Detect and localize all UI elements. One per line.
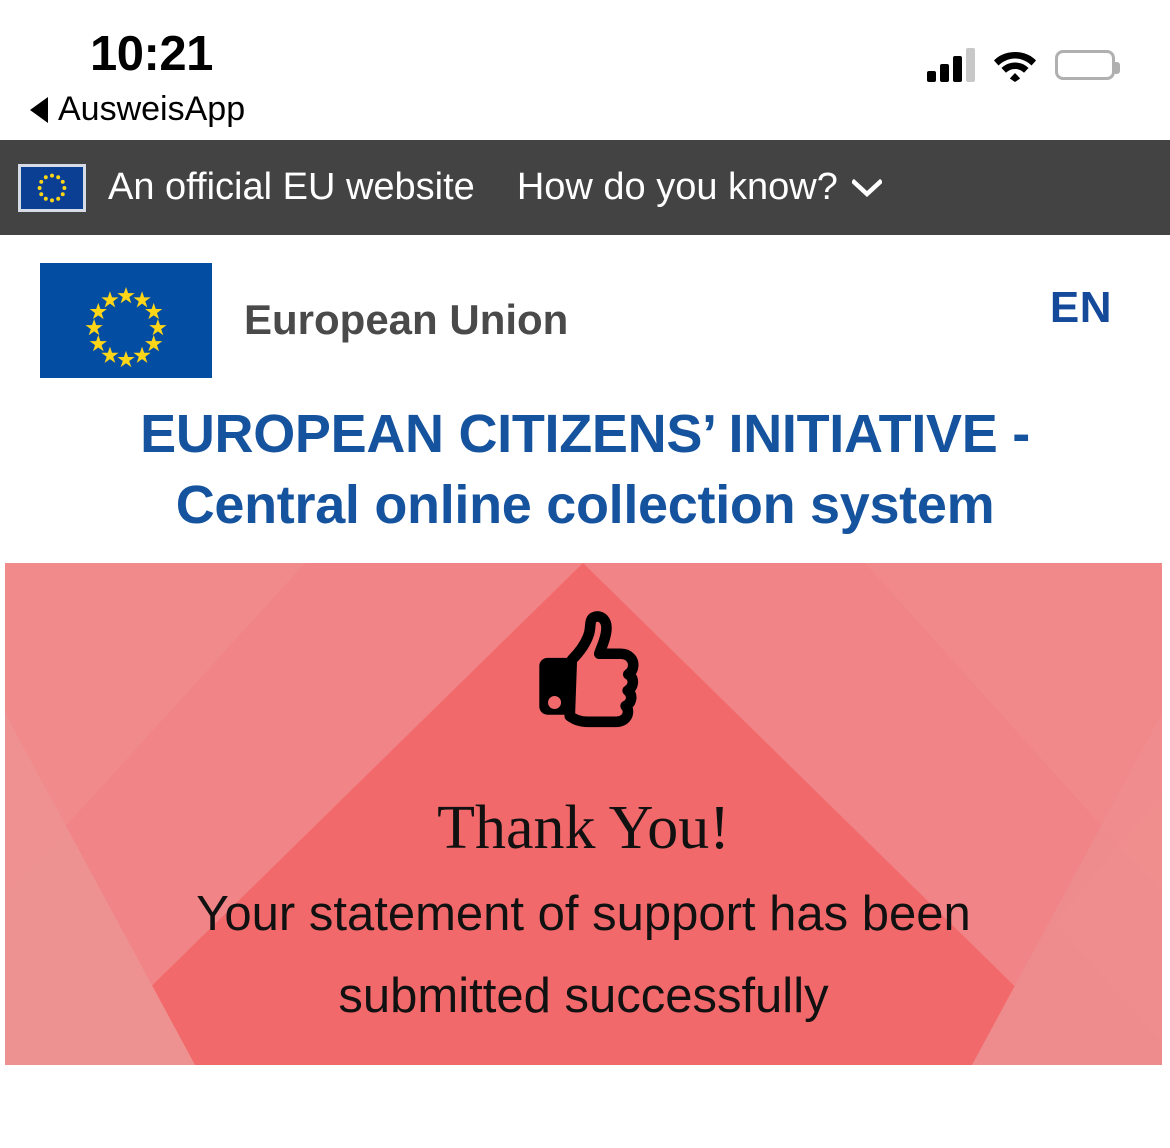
back-triangle-icon: [30, 96, 48, 123]
thank-you-heading: Thank You!: [437, 794, 730, 862]
status-indicators: [927, 48, 1120, 82]
cellular-signal-icon: [927, 48, 975, 82]
official-eu-website-label: An official EU website: [108, 166, 475, 208]
eu-flag-icon: [18, 163, 86, 212]
eu-flag-logo: [40, 262, 212, 378]
thank-you-message-line-1: Your statement of support has been: [196, 887, 971, 941]
status-time: 10:21: [90, 27, 213, 81]
ios-status-bar: 10:21 AusweisApp: [0, 0, 1170, 140]
site-header: European Union EN: [0, 235, 1170, 405]
back-app-label: AusweisApp: [58, 90, 246, 128]
thank-you-content: Thank You! Your statement of support has…: [5, 563, 1162, 1065]
page-title-line-2: Central online collection system: [175, 475, 995, 536]
back-to-app-link[interactable]: AusweisApp: [30, 90, 245, 129]
organization-name: European Union: [244, 296, 569, 343]
thank-you-panel: Thank You! Your statement of support has…: [5, 563, 1162, 1065]
wifi-icon: [993, 48, 1037, 82]
how-do-you-know-toggle[interactable]: How do you know?: [517, 166, 882, 209]
thank-you-message: Your statement of support has been submi…: [196, 873, 971, 1038]
thank-you-message-line-2: submitted successfully: [338, 969, 829, 1024]
battery-icon: [1055, 50, 1120, 80]
thumbs-up-icon: [519, 605, 649, 735]
language-selector[interactable]: EN: [1050, 283, 1112, 333]
chevron-down-icon: [851, 178, 882, 197]
how-do-you-know-label: How do you know?: [516, 166, 838, 208]
page-title-line-1: EUROPEAN CITIZENS’ INITIATIVE -: [140, 404, 1030, 464]
official-eu-banner: An official EU website How do you know?: [0, 140, 1170, 235]
phone-screen: 10:21 AusweisApp An official EU website …: [0, 0, 1170, 1148]
page-title: EUROPEAN CITIZENS’ INITIATIVE - Central …: [0, 399, 1170, 542]
